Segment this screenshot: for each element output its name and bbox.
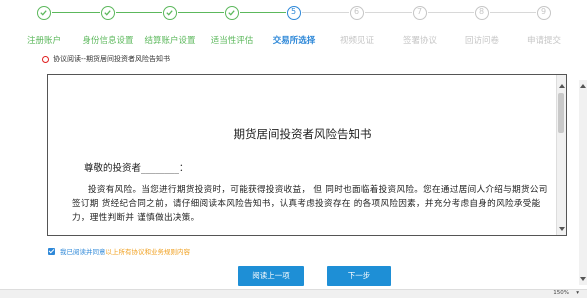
step-label: 申请提交 [526, 36, 562, 46]
page-scroll-up-icon[interactable] [580, 84, 586, 88]
check-icon [225, 6, 239, 20]
step-number: 9 [540, 6, 547, 16]
step-label: 视频见证 [339, 36, 375, 46]
document-scrollbar[interactable] [556, 75, 566, 235]
step-number-circle: 8 [475, 6, 489, 20]
consent-row[interactable]: 我已阅读并同意 以上所有协议和业务规则内容 [48, 246, 190, 256]
document-title: 期货居间投资者风险告知书 [233, 127, 372, 141]
check-icon [37, 6, 51, 20]
agreement-heading: 协议阅读--期货居间投资者风险告知书 [42, 54, 170, 64]
step-number: 6 [353, 6, 360, 16]
step-label: 签署协议 [402, 36, 438, 46]
step-label: 交易所选择 [272, 36, 316, 46]
step-number: 7 [416, 6, 423, 16]
scroll-up-icon[interactable] [559, 84, 565, 88]
step-label: 身份信息设置 [82, 36, 134, 46]
stepper-connector [302, 12, 349, 13]
step-number-circle: 9 [537, 6, 551, 20]
scroll-down-icon[interactable] [559, 227, 565, 231]
step-number-circle: 6 [350, 6, 364, 20]
scroll-thumb[interactable] [558, 93, 564, 133]
stepper-connector [365, 12, 412, 13]
agreement-heading-text: 协议阅读--期货居间投资者风险告知书 [53, 55, 171, 63]
consent-text: 我已阅读并同意 [60, 248, 106, 256]
document-body: 投资有风险。当您进行期货投资时，可能获得投资收益， 但 同时也面临着投资风险。您… [72, 185, 548, 223]
stepper-connector [428, 12, 474, 13]
step-number-circle: 7 [413, 6, 427, 20]
stepper-connector [52, 12, 100, 13]
check-icon [163, 6, 177, 20]
step-label: 注册账户 [26, 36, 62, 46]
stepper-connector [490, 12, 536, 13]
read-previous-button[interactable]: 阅读上一项 [238, 266, 304, 286]
zoom-caret-icon[interactable]: ▾ [576, 290, 579, 296]
consent-checkbox[interactable] [48, 247, 55, 255]
stepper-connector [240, 12, 286, 13]
radio-dot-icon [42, 55, 49, 63]
check-icon [101, 6, 115, 20]
page-scrollbar[interactable] [579, 80, 587, 285]
stepper-connector [178, 12, 224, 13]
step-label: 适当性评估 [210, 36, 254, 46]
zoom-level[interactable]: 150% [553, 290, 569, 296]
document-viewer[interactable]: 期货居间投资者风险告知书 尊敬的投资者________： 投资有风险。当您进行期… [47, 74, 567, 236]
step-number: 5 [290, 6, 297, 16]
stepper-connector [116, 12, 162, 13]
document-content: 期货居间投资者风险告知书 尊敬的投资者________： 投资有风险。当您进行期… [48, 75, 557, 235]
step-label: 结算账户设置 [144, 36, 196, 46]
step-number: 8 [478, 6, 485, 16]
step-label: 回访问卷 [464, 36, 500, 46]
next-button[interactable]: 下一步 [327, 266, 391, 286]
step-number-circle: 5 [287, 6, 301, 20]
page-scroll-down-icon[interactable] [580, 277, 586, 281]
document-greeting: 尊敬的投资者________： [84, 163, 189, 174]
consent-link[interactable]: 以上所有协议和业务规则内容 [106, 246, 191, 256]
progress-stepper: 注册账户 身份信息设置 结算账户设置 适当性评估 5 交易所选择 6 视频见证 7 签署协议 8 回访… [0, 0, 575, 46]
